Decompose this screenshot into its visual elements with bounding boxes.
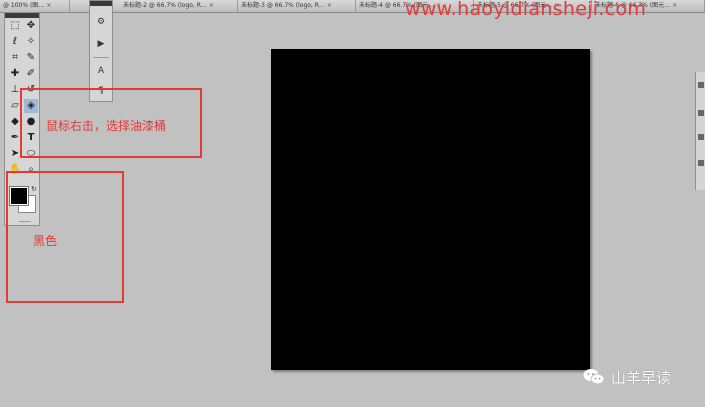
actions-panel-icon[interactable]: ▶: [95, 38, 107, 50]
annotation-tool-hint: 鼠标右击，选择油漆桶: [46, 119, 167, 133]
wechat-icon: [583, 368, 605, 386]
annotation-box-colors: [6, 171, 124, 303]
account-name: 山羊早读: [611, 368, 672, 387]
account-logo: 山羊早读: [583, 366, 671, 388]
history-panel-icon[interactable]: ⚙: [95, 16, 107, 28]
lasso-icon[interactable]: ℓ: [8, 35, 22, 49]
panel-icon[interactable]: [698, 110, 704, 116]
tab-label: 未标题-3 @ 66.7% (logo, R…: [241, 2, 325, 9]
tab-close-icon[interactable]: ×: [46, 2, 51, 9]
crop-icon[interactable]: ⌗: [8, 51, 22, 65]
panel-grip[interactable]: [90, 1, 112, 6]
tab-document-3[interactable]: 未标题-3 @ 66.7% (logo, R… ×: [238, 0, 356, 12]
document-canvas[interactable]: [271, 49, 590, 370]
eyedropper-icon[interactable]: ✎: [24, 51, 38, 65]
tab-document-1[interactable]: @ 100% (图… ×: [0, 0, 70, 12]
tab-label: @ 100% (图…: [3, 2, 45, 9]
tab-close-icon[interactable]: ×: [327, 2, 332, 9]
tab-close-icon[interactable]: ×: [672, 2, 677, 9]
right-panel-strip: [695, 72, 705, 190]
marquee-icon[interactable]: ⬚: [8, 19, 22, 33]
tab-document-2[interactable]: 未标题-2 @ 66.7% (logo, R… ×: [120, 0, 238, 12]
magic-wand-icon[interactable]: ✧: [24, 35, 38, 49]
tab-close-icon[interactable]: ×: [209, 2, 214, 9]
brush-icon[interactable]: ✐: [24, 67, 38, 81]
watermark-url: www.haoyidiansheji.com: [405, 0, 647, 20]
tab-label: 未标题-2 @ 66.7% (logo, R…: [123, 2, 207, 9]
move-icon[interactable]: ✥: [24, 19, 38, 33]
panel-icon[interactable]: [698, 160, 704, 166]
panel-grip[interactable]: [5, 13, 39, 18]
panel-icon[interactable]: [698, 82, 704, 88]
divider: [93, 57, 109, 58]
panel-icon[interactable]: [698, 134, 704, 140]
annotation-color-hint: 黑色: [33, 234, 58, 248]
character-panel-icon[interactable]: A: [95, 65, 107, 77]
collapsed-panels: ⚙ ▶ A ¶: [89, 0, 113, 102]
healing-icon[interactable]: ✚: [8, 67, 22, 81]
